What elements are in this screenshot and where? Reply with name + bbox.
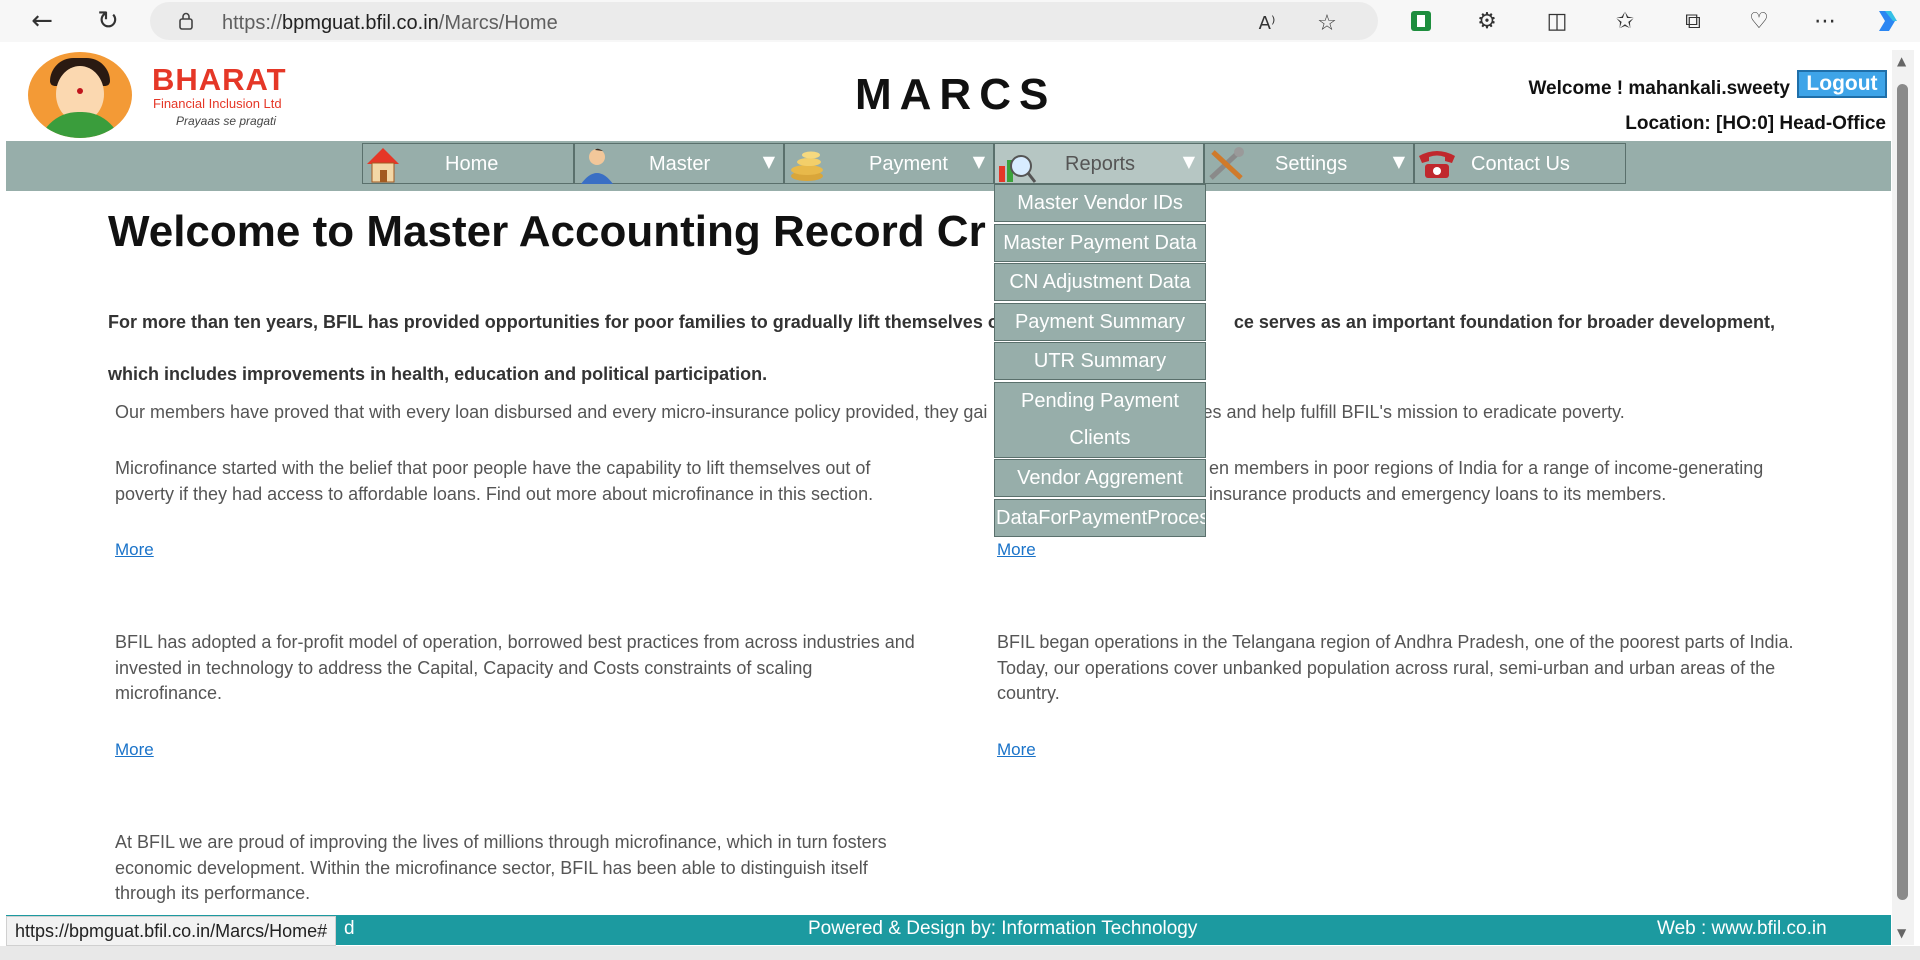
status-bar-url: https://bpmguat.bfil.co.in/Marcs/Home# — [6, 916, 337, 946]
menu-settings[interactable]: Settings ▼ — [1204, 143, 1414, 184]
scroll-down-icon[interactable]: ▼ — [1897, 926, 1909, 940]
footer-credit: Powered & Design by: Information Technol… — [808, 918, 1198, 939]
members-paragraph: Our members have proved that with every … — [115, 402, 1625, 422]
brand-name: BHARAT — [152, 62, 287, 97]
address-bar[interactable]: https://bpmguat.bfil.co.in/Marcs/Home A⁾… — [150, 2, 1378, 40]
menu-contact-us[interactable]: Contact Us — [1414, 143, 1626, 184]
menu-master[interactable]: Master ▼ — [574, 143, 784, 184]
menu-reports[interactable]: Reports ▼ — [994, 143, 1204, 184]
intro-paragraph: For more than ten years, BFIL has provid… — [108, 312, 1775, 384]
footer-website[interactable]: Web : www.bfil.co.in — [1657, 918, 1827, 940]
more-icon[interactable]: ⋯ — [1808, 6, 1842, 36]
app-title: MARCS — [855, 70, 1057, 119]
brand-subtitle: Financial Inclusion Ltd — [153, 96, 282, 111]
model-paragraph: BFIL has adopted a for-profit model of o… — [115, 632, 915, 703]
split-screen-icon[interactable]: ◫ — [1540, 6, 1574, 36]
logout-button[interactable]: Logout — [1797, 70, 1887, 98]
more-link-model[interactable]: More — [115, 740, 154, 760]
scroll-thumb[interactable] — [1897, 84, 1908, 900]
telephone-icon — [1419, 151, 1455, 178]
favorite-star-icon[interactable]: ☆ — [1310, 8, 1344, 38]
dropdown-item-cn-adjustment-data[interactable]: CN Adjustment Data — [994, 263, 1206, 301]
pride-paragraph: At BFIL we are proud of improving the li… — [115, 832, 887, 903]
microfinance-paragraph: Microfinance started with the belief tha… — [115, 458, 874, 504]
coins-icon — [791, 151, 823, 181]
dropdown-item-payment-summary[interactable]: Payment Summary — [994, 302, 1206, 341]
extension-icon[interactable]: ⚙ — [1470, 6, 1504, 36]
magnifier-icon — [999, 155, 1037, 183]
reports-dropdown: Master Vendor IDs Master Payment Data CN… — [994, 184, 1206, 538]
chevron-down-icon: ▼ — [972, 152, 985, 171]
location-text: Location: [HO:0] Head-Office — [1625, 113, 1886, 134]
menu-payment[interactable]: Payment ▼ — [784, 143, 994, 184]
more-link-microfinance[interactable]: More — [115, 540, 154, 560]
page-scrollbar[interactable]: ▲ ▼ — [1892, 50, 1914, 945]
brand-tagline: Prayaas se pragati — [176, 114, 277, 128]
copilot-icon[interactable] — [1870, 6, 1904, 36]
tools-icon — [1209, 147, 1244, 180]
more-link-members[interactable]: More — [997, 540, 1036, 560]
chevron-down-icon: ▼ — [1182, 152, 1195, 171]
page-headline: Welcome to Master Accounting Record Cr — [108, 207, 986, 256]
dropdown-item-vendor-aggrement[interactable]: Vendor Aggrement — [994, 459, 1206, 497]
footer-left-text: d — [344, 918, 355, 939]
url-text[interactable]: https://bpmguat.bfil.co.in/Marcs/Home — [222, 12, 558, 35]
dropdown-item-data-for-payment-process[interactable]: DataForPaymentProcess — [994, 498, 1206, 537]
chevron-down-icon: ▼ — [1392, 152, 1405, 171]
bfil-logo-icon — [28, 52, 132, 138]
scroll-up-icon[interactable]: ▲ — [1897, 54, 1909, 68]
house-icon — [367, 148, 399, 183]
menu-home[interactable]: Home — [362, 143, 574, 184]
dropdown-item-master-vendor-ids[interactable]: Master Vendor IDs — [994, 184, 1206, 222]
collections-icon[interactable]: ⧉ — [1676, 6, 1710, 36]
browser-toolbar: ← ↻ https://bpmguat.bfil.co.in/Marcs/Hom… — [0, 0, 1920, 42]
lock-icon[interactable] — [178, 12, 194, 30]
back-arrow-icon[interactable]: ← — [26, 6, 58, 36]
more-link-operations[interactable]: More — [997, 740, 1036, 760]
person-icon — [581, 148, 613, 184]
members-regions-paragraph: en members in poor regions of India for … — [1209, 458, 1764, 504]
welcome-text: Welcome ! mahankali.sweety — [1528, 78, 1790, 99]
dropdown-item-master-payment-data[interactable]: Master Payment Data — [994, 223, 1206, 262]
dropdown-item-utr-summary[interactable]: UTR Summary — [994, 342, 1206, 380]
chevron-down-icon: ▼ — [762, 152, 775, 171]
window-bottom-edge — [0, 946, 1920, 960]
dropdown-item-pending-payment-clients[interactable]: Pending Payment Clients — [994, 381, 1206, 458]
operations-paragraph: BFIL began operations in the Telangana r… — [997, 632, 1794, 703]
favorites-icon[interactable]: ✩ — [1608, 6, 1642, 36]
refresh-icon[interactable]: ↻ — [92, 6, 124, 36]
read-aloud-icon[interactable]: A⁾ — [1250, 8, 1284, 38]
health-icon[interactable]: ♡ — [1742, 6, 1776, 36]
extension-app-icon[interactable] — [1404, 6, 1438, 36]
